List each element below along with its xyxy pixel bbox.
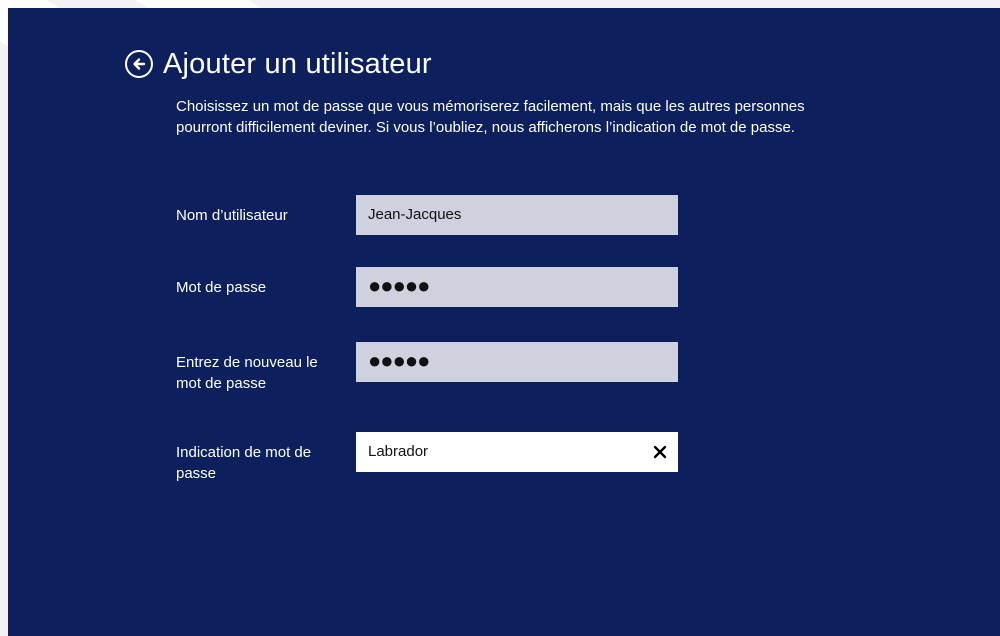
- confirm-password-label-line-2: mot de passe: [176, 375, 267, 392]
- instructions-line-2: pourront difficilement deviner. Si vous …: [176, 119, 795, 136]
- window-frame: Ajouter un utilisateur Choisissez un mot…: [0, 0, 1000, 636]
- username-label: Nom d’utilisateur: [176, 207, 288, 224]
- confirm-password-label-line-1: Entrez de nouveau le: [176, 354, 318, 371]
- close-icon: [653, 445, 667, 459]
- page-title: Ajouter un utilisateur: [163, 48, 432, 80]
- add-user-dialog: Ajouter un utilisateur Choisissez un mot…: [8, 8, 1000, 636]
- confirm-password-label: Entrez de nouveau le mot de passe: [176, 352, 354, 394]
- password-field[interactable]: ●●●●●: [356, 267, 678, 307]
- page-header: Ajouter un utilisateur: [125, 46, 432, 82]
- password-hint-value[interactable]: Labrador: [368, 432, 428, 472]
- clear-hint-button[interactable]: [650, 442, 670, 462]
- password-hint-label-line-2: passe: [176, 465, 217, 482]
- instructions-line-1: Choisissez un mot de passe que vous mémo…: [176, 98, 805, 115]
- back-button[interactable]: [125, 50, 153, 78]
- password-hint-label: Indication de mot de passe: [176, 442, 354, 484]
- back-arrow-icon: [133, 58, 146, 70]
- password-hint-label-line-1: Indication de mot de: [176, 444, 312, 461]
- instructions-text: Choisissez un mot de passe que vous mémo…: [176, 96, 976, 138]
- confirm-password-field[interactable]: ●●●●●: [356, 342, 678, 382]
- username-field[interactable]: Jean-Jacques: [356, 195, 678, 235]
- password-label: Mot de passe: [176, 279, 267, 296]
- password-hint-field[interactable]: Labrador: [356, 432, 678, 472]
